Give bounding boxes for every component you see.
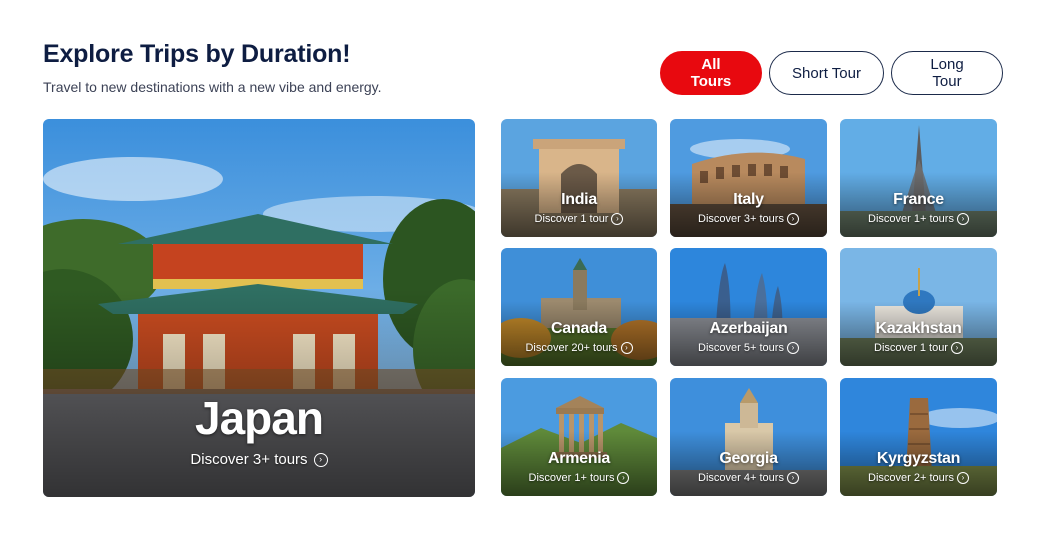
filter-short-tour-button[interactable]: Short Tour — [769, 51, 884, 95]
discover-link-italy[interactable]: Discover 3+ tours › — [698, 213, 799, 225]
chevron-right-icon: › — [956, 213, 969, 225]
discover-link-armenia[interactable]: Discover 1+ tours › — [529, 472, 630, 484]
destination-card-azerbaijan[interactable]: Azerbaijan Discover 5+ tours › — [670, 248, 827, 366]
discover-link-azerbaijan[interactable]: Discover 5+ tours › — [698, 342, 799, 354]
discover-link-kazakhstan[interactable]: Discover 1 tour › — [874, 342, 963, 354]
chevron-right-icon: › — [786, 472, 799, 484]
destination-name-georgia: Georgia — [719, 450, 778, 467]
destination-name-kazakhstan: Kazakhstan — [875, 320, 962, 337]
chevron-right-icon: › — [786, 342, 799, 354]
chevron-right-icon: › — [617, 472, 630, 484]
destination-card-kyrgyzstan[interactable]: Kyrgyzstan Discover 2+ tours › — [840, 378, 997, 496]
destination-card-italy[interactable]: Italy Discover 3+ tours › — [670, 119, 827, 237]
featured-discover-link[interactable]: Discover 3+ tours › — [190, 451, 328, 468]
destination-card-india[interactable]: India Discover 1 tour › — [501, 119, 657, 237]
destination-name-italy: Italy — [733, 191, 764, 208]
duration-filter-group: All Tours Short Tour Long Tour — [660, 51, 1003, 95]
filter-all-tours-button[interactable]: All Tours — [660, 51, 762, 95]
chevron-right-icon: › — [786, 213, 799, 225]
chevron-right-icon: › — [956, 472, 969, 484]
section-title: Explore Trips by Duration! — [43, 40, 351, 68]
destination-card-japan[interactable]: Japan Discover 3+ tours › — [43, 119, 475, 497]
section-subtitle: Travel to new destinations with a new vi… — [43, 79, 382, 95]
destination-name-india: India — [561, 191, 597, 208]
discover-link-canada[interactable]: Discover 20+ tours › — [525, 342, 633, 354]
destination-card-france[interactable]: France Discover 1+ tours › — [840, 119, 997, 237]
discover-link-france[interactable]: Discover 1+ tours › — [868, 213, 969, 225]
featured-card-label: Japan Discover 3+ tours › — [43, 391, 475, 469]
destination-name-kyrgyzstan: Kyrgyzstan — [876, 450, 961, 467]
chevron-right-icon: › — [313, 452, 328, 467]
discover-link-kyrgyzstan[interactable]: Discover 2+ tours › — [868, 472, 969, 484]
discover-link-georgia[interactable]: Discover 4+ tours › — [698, 472, 799, 484]
destination-name-armenia: Armenia — [548, 450, 610, 467]
destination-name-azerbaijan: Azerbaijan — [709, 320, 788, 337]
featured-destination-name: Japan — [195, 392, 324, 444]
filter-long-tour-button[interactable]: Long Tour — [891, 51, 1003, 95]
destination-card-georgia[interactable]: Georgia Discover 4+ tours › — [670, 378, 827, 496]
destination-name-france: France — [893, 191, 944, 208]
discover-link-india[interactable]: Discover 1 tour › — [535, 213, 624, 225]
section-header: Explore Trips by Duration! Travel to new… — [43, 40, 382, 95]
chevron-right-icon: › — [620, 342, 633, 354]
destination-card-canada[interactable]: Canada Discover 20+ tours › — [501, 248, 657, 366]
chevron-right-icon: › — [950, 342, 963, 354]
chevron-right-icon: › — [611, 213, 624, 225]
destination-card-kazakhstan[interactable]: Kazakhstan Discover 1 tour › — [840, 248, 997, 366]
destination-card-armenia[interactable]: Armenia Discover 1+ tours › — [501, 378, 657, 496]
destination-name-canada: Canada — [551, 320, 607, 337]
